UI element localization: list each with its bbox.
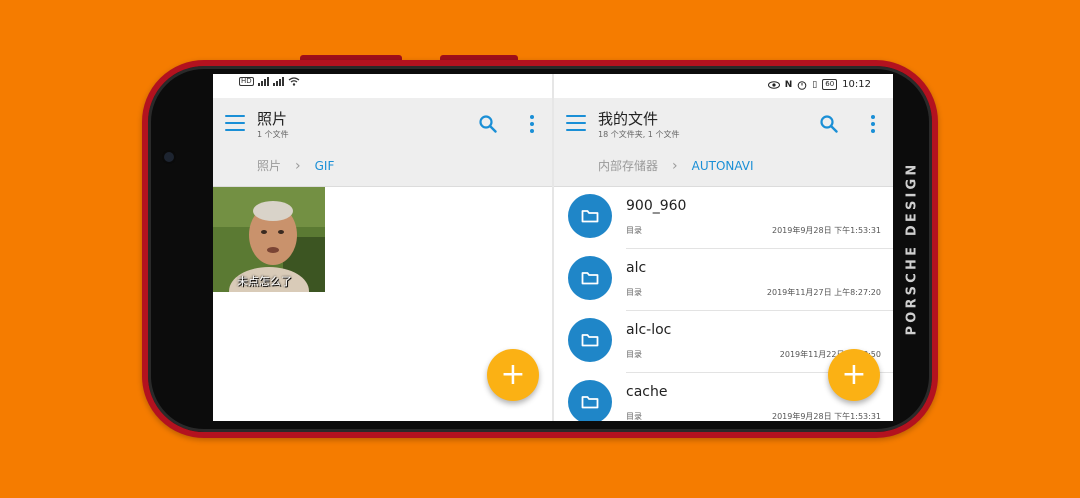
plus-icon: +	[841, 357, 867, 392]
gif-thumbnail[interactable]: 未点怎么了	[213, 187, 325, 292]
search-icon[interactable]	[819, 114, 839, 134]
hd-icon: HD	[239, 77, 254, 86]
breadcrumb-current[interactable]: AUTONAVI	[692, 159, 754, 173]
thumbnail-caption: 未点怎么了	[237, 275, 292, 288]
list-item[interactable]: 900_960 目录 2019年9月28日 下午1:53:31	[554, 187, 893, 249]
right-pane: N ▯ 60 10:12 我的文件 18 个文件夹, 1 个文件 内部存储器 ›…	[554, 74, 893, 421]
folder-type: 目录	[626, 412, 642, 421]
app-bar-left: 照片 1 个文件 照片 › GIF	[213, 98, 552, 187]
nfc-icon: N	[784, 79, 793, 90]
folder-type: 目录	[626, 226, 642, 235]
signal-icon	[257, 77, 269, 86]
folder-icon	[568, 380, 612, 421]
menu-icon[interactable]	[566, 115, 586, 131]
page-title: 我的文件	[598, 110, 659, 128]
menu-icon[interactable]	[225, 115, 245, 131]
folder-type: 目录	[626, 288, 642, 297]
folder-date: 2019年11月27日 上午8:27:20	[766, 288, 881, 297]
front-camera	[164, 152, 174, 162]
folder-icon	[568, 318, 612, 362]
folder-date: 2019年9月28日 下午1:53:31	[771, 226, 881, 235]
left-pane: HD 照片 1 个文件 照片 › GIF 未点怎么了 +	[213, 74, 552, 421]
signal-icon-2	[272, 77, 284, 86]
file-count: 18 个文件夹, 1 个文件	[598, 130, 680, 139]
breadcrumb-item[interactable]: 照片	[257, 157, 281, 174]
battery-icon: 60	[822, 79, 838, 90]
folder-type: 目录	[626, 350, 642, 359]
alarm-icon	[797, 80, 807, 90]
phone-screen: HD 照片 1 个文件 照片 › GIF 未点怎么了 + N ▯ 60 10:1…	[213, 74, 893, 421]
file-count: 1 个文件	[257, 130, 289, 139]
folder-icon	[568, 194, 612, 238]
chevron-right-icon: ›	[672, 157, 678, 174]
breadcrumb: 照片 › GIF	[257, 157, 334, 174]
add-fab-right[interactable]: +	[828, 349, 880, 401]
plus-icon: +	[500, 357, 526, 392]
breadcrumb-current[interactable]: GIF	[315, 159, 335, 173]
status-bar-left: HD	[213, 74, 552, 98]
wifi-icon	[288, 77, 300, 86]
breadcrumb: 内部存储器 › AUTONAVI	[598, 157, 754, 174]
folder-icon	[568, 256, 612, 300]
app-bar-right: 我的文件 18 个文件夹, 1 个文件 内部存储器 › AUTONAVI	[554, 98, 893, 187]
clock: 10:12	[842, 79, 871, 90]
eye-icon	[767, 80, 780, 89]
brand-label: PORSCHE DESIGN	[897, 148, 927, 348]
folder-name: 900_960	[626, 198, 687, 214]
vibrate-icon: ▯	[812, 79, 818, 90]
folder-date: 2019年9月28日 下午1:53:31	[771, 412, 881, 421]
folder-name: alc	[626, 260, 647, 276]
status-bar-right: N ▯ 60 10:12	[554, 74, 893, 98]
network-indicators: HD	[239, 77, 300, 86]
chevron-right-icon: ›	[295, 157, 301, 174]
brand-text: PORSCHE DESIGN	[904, 160, 920, 336]
folder-name: cache	[626, 384, 668, 400]
folder-name: alc-loc	[626, 322, 672, 338]
search-icon[interactable]	[478, 114, 498, 134]
more-options-icon[interactable]	[528, 114, 536, 134]
page-title: 照片	[257, 110, 288, 128]
list-item[interactable]: alc 目录 2019年11月27日 上午8:27:20	[554, 249, 893, 311]
more-options-icon[interactable]	[869, 114, 877, 134]
breadcrumb-item[interactable]: 内部存储器	[598, 157, 658, 174]
add-fab-left[interactable]: +	[487, 349, 539, 401]
system-indicators: N ▯ 60 10:12	[767, 79, 871, 90]
